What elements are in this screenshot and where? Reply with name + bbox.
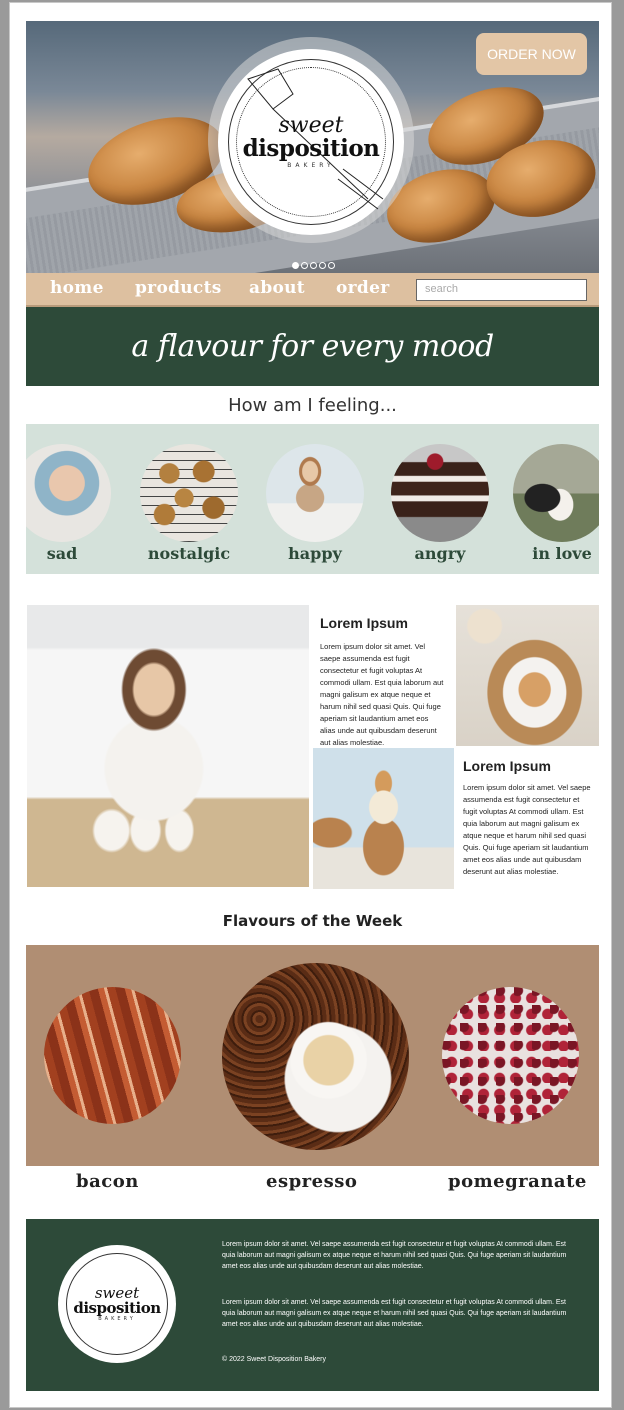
- nav-item-products[interactable]: products: [135, 278, 222, 298]
- mood-label: sad: [46, 544, 78, 563]
- chocolate-cake-photo: [391, 444, 489, 542]
- baker-decorating-photo: [27, 605, 309, 887]
- flavour-label: bacon: [76, 1171, 139, 1192]
- nav-item-home[interactable]: home: [50, 278, 104, 298]
- feature-body: Lorem ipsum dolor sit amet. Vel saepe as…: [463, 783, 591, 876]
- carousel-dot[interactable]: [319, 262, 326, 269]
- croissant-plate-photo: [456, 605, 599, 746]
- carousel-dot[interactable]: [301, 262, 308, 269]
- wedding-couple-photo: [513, 444, 599, 542]
- espresso-photo[interactable]: [222, 963, 409, 1150]
- feature-text-2: Lorem Ipsum Lorem ipsum dolor sit amet. …: [456, 748, 599, 889]
- flavour-label: espresso: [266, 1171, 358, 1192]
- mood-item-happy[interactable]: happy: [266, 444, 364, 563]
- carousel-dots: [292, 262, 335, 269]
- order-now-button[interactable]: ORDER NOW: [476, 33, 587, 75]
- logo-word-disposition: disposition: [73, 1298, 161, 1317]
- mood-carousel: sad nostalgic happy angry in love: [26, 424, 599, 574]
- footer-paragraph: Lorem ipsum dolor sit amet. Vel saepe as…: [222, 1241, 567, 1270]
- mood-item-angry[interactable]: angry: [391, 444, 489, 563]
- logo-word-bakery: BAKERY: [98, 1316, 136, 1323]
- logo-word-bakery: BAKERY: [287, 161, 335, 169]
- footer-logo[interactable]: sweet disposition BAKERY: [58, 1245, 176, 1363]
- nav-item-order[interactable]: order: [336, 278, 389, 298]
- feature-gallery: Lorem Ipsum Lorem ipsum dolor sit amet. …: [26, 605, 599, 889]
- mood-label: in love: [532, 544, 592, 563]
- mood-label: happy: [288, 544, 342, 563]
- mood-item-nostalgic[interactable]: nostalgic: [140, 444, 238, 563]
- feature-body: Lorem ipsum dolor sit amet. Vel saepe as…: [320, 642, 444, 746]
- cookies-photo: [140, 444, 238, 542]
- mood-item-in-love[interactable]: in love: [513, 444, 599, 563]
- tagline-banner: a flavour for every mood: [26, 307, 599, 386]
- flavours-band: [26, 945, 599, 1166]
- feature-title: Lorem Ipsum: [463, 758, 551, 774]
- search-input[interactable]: search: [416, 279, 587, 301]
- mood-label: angry: [414, 544, 466, 563]
- hero-banner: sweet disposition BAKERY ORDER NOW: [26, 21, 599, 273]
- flavour-label: pomegranate: [448, 1171, 587, 1192]
- moods-heading: How am I feeling...: [228, 395, 397, 416]
- document-sheet: sweet disposition BAKERY ORDER NOW home …: [9, 2, 612, 1408]
- carousel-dot[interactable]: [310, 262, 317, 269]
- bacon-photo[interactable]: [44, 987, 181, 1124]
- mood-item-sad[interactable]: sad: [26, 444, 111, 563]
- pomegranate-photo[interactable]: [442, 987, 579, 1124]
- footer-paragraph: Lorem ipsum dolor sit amet. Vel saepe as…: [222, 1299, 567, 1328]
- carousel-dot[interactable]: [328, 262, 335, 269]
- site-footer: sweet disposition BAKERY Lorem ipsum dol…: [26, 1219, 599, 1391]
- carousel-dot[interactable]: [292, 262, 299, 269]
- logo-word-sweet: sweet: [278, 113, 344, 139]
- logo-word-disposition: disposition: [242, 135, 380, 163]
- copyright: © 2022 Sweet Disposition Bakery: [222, 1356, 326, 1363]
- happy-child-photo: [266, 444, 364, 542]
- mood-label: nostalgic: [147, 544, 231, 563]
- nav-item-about[interactable]: about: [249, 278, 305, 298]
- feature-text-1: Lorem Ipsum Lorem ipsum dolor sit amet. …: [311, 605, 454, 746]
- main-nav: home products about order search: [26, 273, 599, 307]
- bakery-logo[interactable]: sweet disposition BAKERY: [218, 49, 404, 235]
- flavours-heading: Flavours of the Week: [222, 912, 403, 930]
- feature-title: Lorem Ipsum: [320, 615, 408, 631]
- crying-child-photo: [26, 444, 111, 542]
- cupcakes-photo: [313, 748, 454, 889]
